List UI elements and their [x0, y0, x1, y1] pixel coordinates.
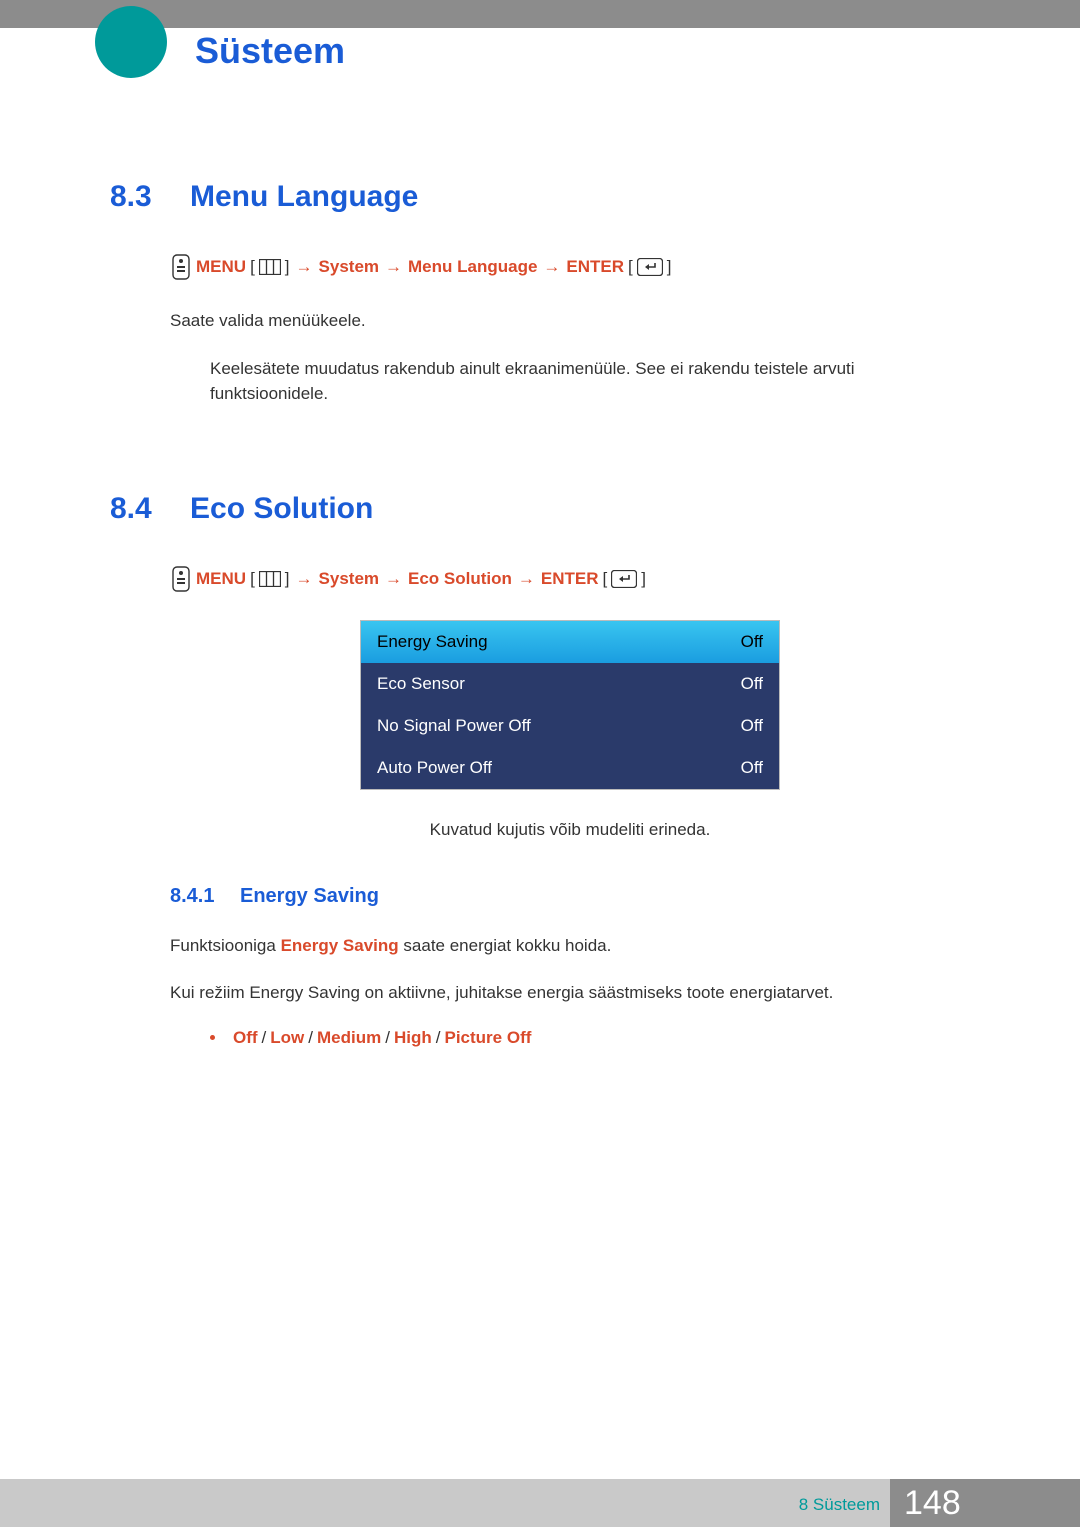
note-8-3: Keelesätete muudatus rakendub ainult ekr…	[210, 356, 970, 407]
option-medium: Medium	[317, 1028, 381, 1048]
para-8-4-1-b: Kui režiim Energy Saving on aktiivne, ju…	[170, 980, 970, 1006]
section-number: 8.4	[110, 492, 190, 526]
path-item: Eco Solution	[408, 569, 512, 589]
section-heading-8-4: 8.4 Eco Solution	[110, 492, 970, 526]
osd-row-label: No Signal Power Off	[377, 716, 531, 736]
path-open-bracket: [	[603, 569, 608, 589]
options-bullet: Off / Low / Medium / High / Picture Off	[210, 1028, 970, 1048]
para-8-3-1: Saate valida menüükeele.	[170, 308, 970, 334]
option-separator: /	[381, 1028, 394, 1048]
text-post: saate energiat kokku hoida.	[399, 936, 612, 955]
path-menu-label: MENU	[196, 569, 246, 589]
chapter-title: Süsteem	[195, 30, 345, 72]
menu-grid-icon	[259, 571, 281, 587]
text-pre: Funktsiooniga	[170, 936, 281, 955]
osd-row-no-signal: No Signal Power Off Off	[361, 705, 779, 747]
bullet-dot-icon	[210, 1035, 215, 1040]
remote-icon	[170, 254, 192, 280]
menu-grid-icon	[259, 259, 281, 275]
osd-caption: Kuvatud kujutis võib mudeliti erineda.	[170, 820, 970, 840]
osd-row-energy-saving: Energy Saving Off	[361, 621, 779, 663]
osd-row-label: Eco Sensor	[377, 674, 465, 694]
path-close-bracket: ]	[285, 257, 290, 277]
option-high: High	[394, 1028, 432, 1048]
remote-icon	[170, 566, 192, 592]
section-8-4-body: MENU [ ] → System → Eco Solution → ENTER…	[170, 566, 970, 840]
path-arrow: →	[294, 257, 315, 277]
option-separator: /	[432, 1028, 445, 1048]
osd-row-label: Energy Saving	[377, 632, 488, 652]
footer-chapter-label: 8 Süsteem	[799, 1495, 880, 1515]
section-title: Menu Language	[190, 180, 418, 214]
option-off: Off	[233, 1028, 258, 1048]
path-system: System	[319, 569, 379, 589]
path-item: Menu Language	[408, 257, 537, 277]
option-separator: /	[258, 1028, 271, 1048]
section-8-3-body: MENU [ ] → System → Menu Language → ENTE…	[170, 254, 970, 407]
osd-row-value: Off	[741, 758, 763, 778]
path-system: System	[319, 257, 379, 277]
enter-icon	[611, 570, 637, 588]
path-open-bracket: [	[628, 257, 633, 277]
path-open-bracket: [	[250, 569, 255, 589]
path-arrow: →	[516, 569, 537, 589]
page-content: 8.3 Menu Language MENU [ ] → System → Me…	[0, 180, 1080, 1048]
osd-row-label: Auto Power Off	[377, 758, 492, 778]
option-low: Low	[270, 1028, 304, 1048]
path-open-bracket: [	[250, 257, 255, 277]
page-number: 148	[904, 1484, 961, 1523]
section-title: Eco Solution	[190, 492, 373, 526]
subsection-number: 8.4.1	[170, 885, 240, 908]
osd-eco-solution-table: Energy Saving Off Eco Sensor Off No Sign…	[360, 620, 780, 790]
section-heading-8-3: 8.3 Menu Language	[110, 180, 970, 214]
para-8-4-1-a: Funktsiooniga Energy Saving saate energi…	[170, 933, 970, 959]
path-enter-label: ENTER	[541, 569, 599, 589]
osd-row-value: Off	[741, 632, 763, 652]
osd-row-value: Off	[741, 674, 763, 694]
path-close-bracket: ]	[667, 257, 672, 277]
path-close-bracket: ]	[641, 569, 646, 589]
osd-row-value: Off	[741, 716, 763, 736]
menu-path-8-4: MENU [ ] → System → Eco Solution → ENTER…	[170, 566, 970, 592]
osd-row-eco-sensor: Eco Sensor Off	[361, 663, 779, 705]
menu-path-8-3: MENU [ ] → System → Menu Language → ENTE…	[170, 254, 970, 280]
option-picture-off: Picture Off	[445, 1028, 532, 1048]
footer-left-bar	[0, 1479, 890, 1527]
page-footer: 148 8 Süsteem	[0, 1479, 1080, 1527]
path-close-bracket: ]	[285, 569, 290, 589]
path-arrow: →	[383, 257, 404, 277]
text-highlight: Energy Saving	[281, 936, 399, 955]
subsection-8-4-1-body: Funktsiooniga Energy Saving saate energi…	[170, 933, 970, 1048]
section-number: 8.3	[110, 180, 190, 214]
osd-row-auto-power-off: Auto Power Off Off	[361, 747, 779, 789]
option-separator: /	[304, 1028, 317, 1048]
path-arrow: →	[541, 257, 562, 277]
path-arrow: →	[294, 569, 315, 589]
chapter-circle-decor	[95, 6, 167, 78]
path-arrow: →	[383, 569, 404, 589]
subsection-title: Energy Saving	[240, 885, 379, 908]
footer-right-box: 148	[890, 1479, 1080, 1527]
path-menu-label: MENU	[196, 257, 246, 277]
path-enter-label: ENTER	[566, 257, 624, 277]
subsection-heading-8-4-1: 8.4.1 Energy Saving	[170, 885, 970, 908]
enter-icon	[637, 258, 663, 276]
